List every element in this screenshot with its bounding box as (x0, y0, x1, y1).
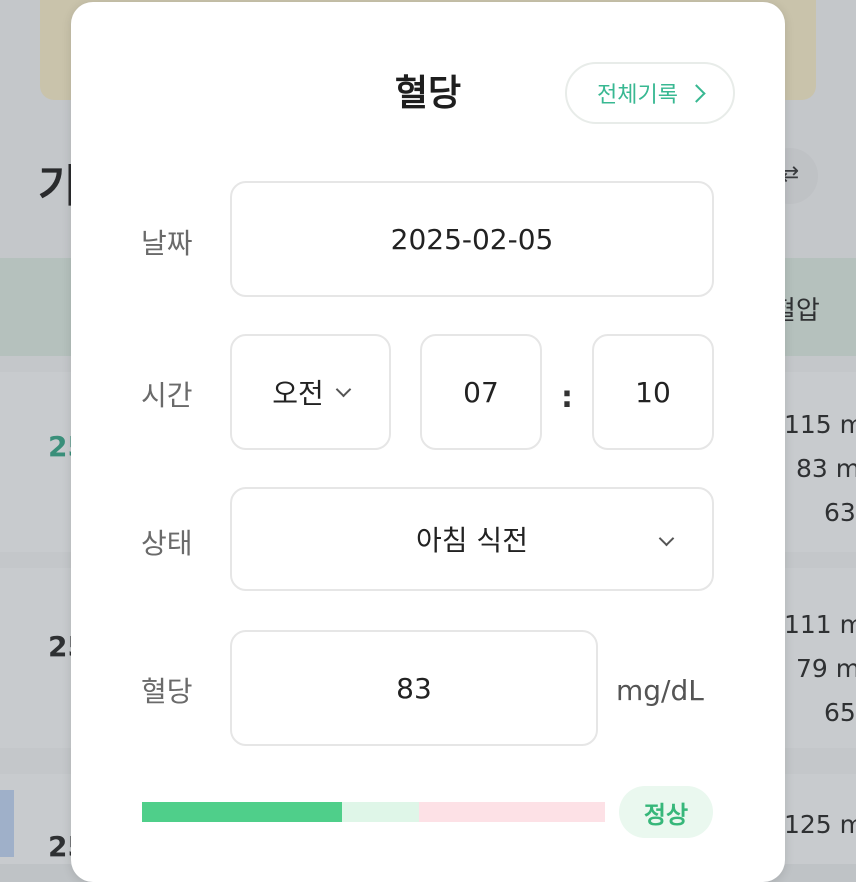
time-separator: : (561, 380, 573, 415)
hour-field[interactable]: 07 (420, 334, 542, 450)
date-label: 날짜 (141, 227, 193, 260)
range-bar-high-segment (419, 802, 605, 822)
background-row-value: 63 (824, 498, 856, 527)
background-row-value: 115 m (784, 410, 856, 439)
glucose-label: 혈당 (141, 675, 193, 708)
background-row-value: 111 m (784, 610, 856, 639)
hour-value: 07 (463, 375, 499, 409)
background-side-tab (0, 790, 14, 857)
glucose-unit: mg/dL (616, 674, 704, 707)
ampm-value: 오전 (272, 377, 324, 410)
background-row-value: 79 m (796, 654, 856, 683)
date-field[interactable]: 2025-02-05 (230, 181, 714, 297)
chevron-right-icon (687, 83, 706, 103)
ampm-select[interactable]: 오전 (230, 334, 391, 450)
glucose-input[interactable]: 83 (230, 630, 598, 746)
status-badge: 정상 (619, 786, 713, 838)
minute-field[interactable]: 10 (592, 334, 714, 450)
chevron-down-icon (335, 381, 352, 397)
blood-sugar-modal: 혈당 전체기록 날짜 2025-02-05 시간 오전 07 : 10 상태 아… (71, 2, 785, 882)
glucose-value: 83 (396, 671, 432, 705)
state-value: 아침 식전 (416, 524, 528, 557)
state-label: 상태 (141, 527, 193, 560)
time-label: 시간 (141, 379, 193, 412)
background-row-value: 83 m (796, 454, 856, 483)
chevron-down-icon (658, 530, 675, 547)
all-records-button[interactable]: 전체기록 (565, 62, 735, 124)
date-value: 2025-02-05 (390, 222, 554, 256)
all-records-label: 전체기록 (597, 83, 678, 108)
range-bar-normal-segment (142, 802, 342, 822)
state-select[interactable]: 아침 식전 (230, 487, 714, 591)
range-bar-caution-segment (342, 802, 419, 822)
background-row-value: 65 (824, 698, 856, 727)
background-row-value: 125 m (784, 810, 856, 839)
minute-value: 10 (635, 375, 671, 409)
